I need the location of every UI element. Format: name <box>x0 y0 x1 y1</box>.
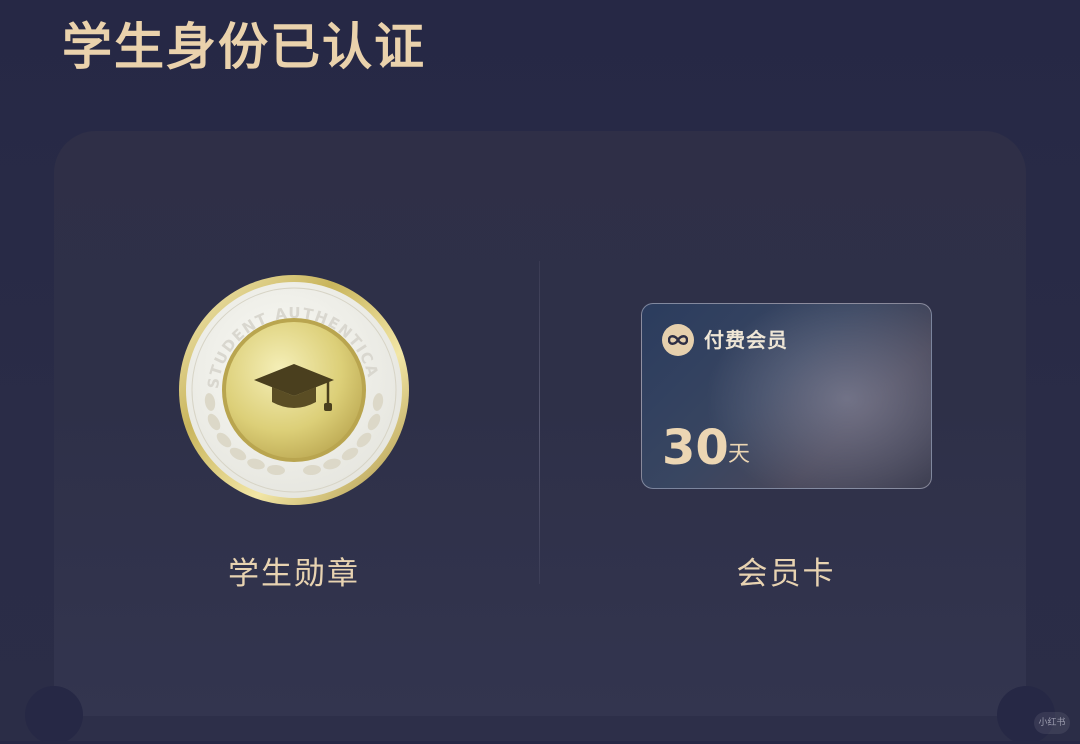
watermark-logo: 小红书 <box>1034 712 1070 734</box>
infinity-icon <box>662 324 694 356</box>
membership-days-unit: 天 <box>728 442 751 467</box>
page-title: 学生身份已认证 <box>62 18 426 76</box>
student-medal-icon: STUDENT AUTHENTICA <box>179 275 409 505</box>
membership-card-label: 会员卡 <box>736 556 836 592</box>
student-badge[interactable]: STUDENT AUTHENTICA <box>178 274 410 506</box>
panel-divider <box>539 261 540 584</box>
membership-card[interactable]: 付费会员 30 天 <box>641 303 932 489</box>
student-badge-label: 学生勋章 <box>228 556 360 592</box>
membership-card-title: 付费会员 <box>704 328 788 352</box>
ticket-notch-left <box>25 686 83 744</box>
membership-days-value: 30 <box>662 420 729 476</box>
panel-bottom-strip <box>54 716 1026 741</box>
